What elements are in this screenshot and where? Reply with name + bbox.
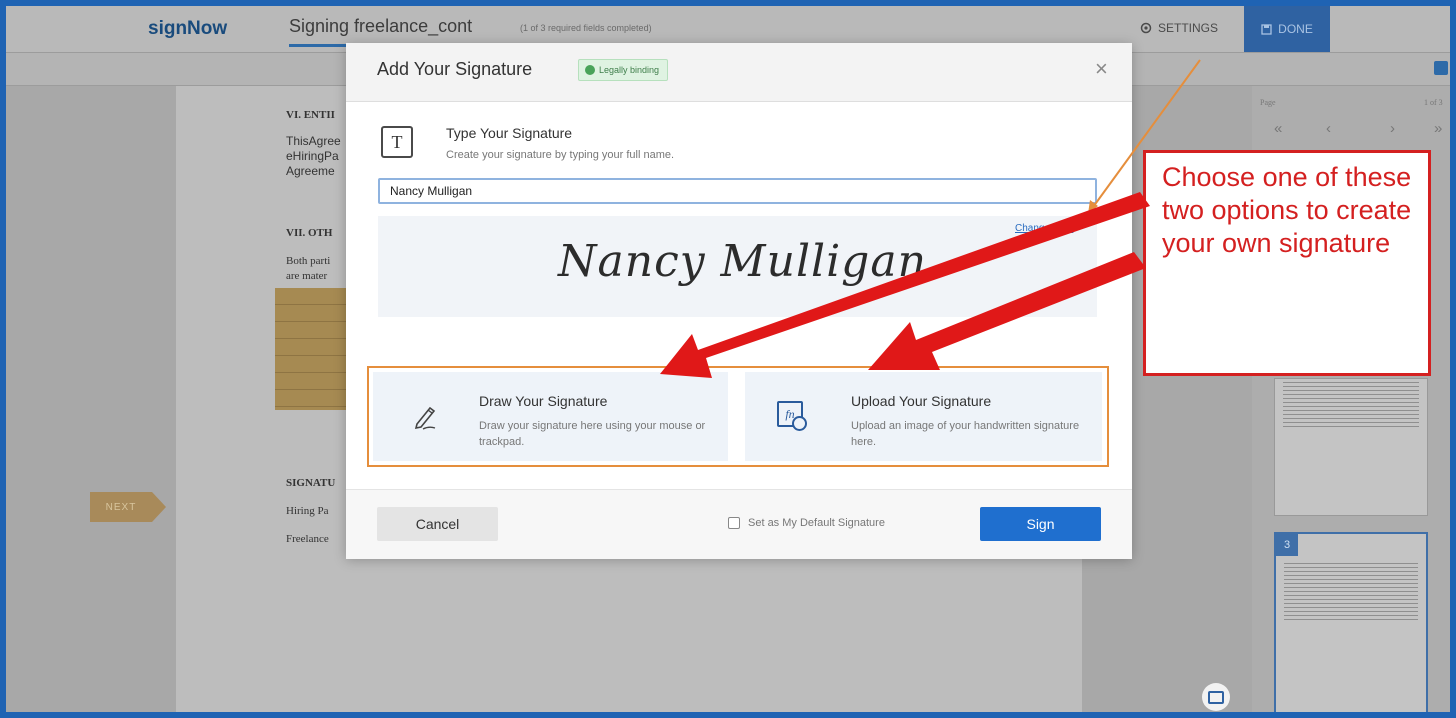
default-signature-label: Set as My Default Signature (748, 517, 885, 529)
full-name-input[interactable] (378, 178, 1097, 204)
settings-button[interactable]: SETTINGS (1140, 21, 1218, 35)
save-icon (1261, 23, 1272, 35)
checkbox-box[interactable] (728, 517, 740, 529)
instruction-callout: Choose one of these two options to creat… (1143, 150, 1431, 376)
page-thumbnail-3[interactable]: 3 (1274, 532, 1428, 712)
type-signature-description: Create your signature by typing your ful… (446, 149, 675, 161)
section-7-line-1: Both parti (286, 255, 331, 267)
gear-icon (1140, 22, 1152, 34)
upload-signature-option[interactable]: fn Upload Your Signature Upload an image… (745, 372, 1102, 461)
signature-line-2: Freelance (286, 533, 329, 545)
chat-icon (1208, 690, 1224, 704)
chat-button[interactable] (1202, 683, 1230, 711)
signature-options-highlight: Draw Your Signature Draw your signature … (367, 366, 1109, 467)
section-6-heading: VI. ENTII (286, 109, 335, 121)
next-page-button[interactable]: › (1390, 120, 1395, 137)
upload-signature-description: Upload an image of your handwritten sign… (851, 420, 1080, 448)
copy-icon[interactable] (1434, 61, 1448, 75)
app-logo[interactable]: signNow (148, 18, 227, 40)
done-label: DONE (1278, 22, 1313, 36)
signature-heading: SIGNATU (286, 477, 336, 489)
badge-label: Legally binding (599, 65, 660, 75)
first-page-button[interactable]: « (1274, 120, 1282, 137)
next-field-button[interactable]: NEXT (90, 492, 166, 522)
shield-check-icon (585, 65, 595, 75)
change-style-link[interactable]: Change style (1015, 223, 1073, 234)
current-page-number: 3 (1276, 534, 1298, 556)
signature-line-1: Hiring Pa (286, 505, 329, 517)
close-icon[interactable]: × (1095, 56, 1108, 82)
last-page-button[interactable]: » (1434, 120, 1442, 137)
add-signature-dialog: Add Your Signature Legally binding × T T… (346, 43, 1132, 559)
signature-preview: Change style Nancy Mulligan (378, 216, 1097, 317)
section-6-line-2: eHiringPa (286, 149, 339, 163)
document-status: (1 of 3 required fields completed) (520, 23, 652, 33)
text-t-icon: T (381, 126, 413, 158)
settings-label: SETTINGS (1158, 21, 1219, 35)
prev-page-button[interactable]: ‹ (1326, 120, 1331, 137)
section-6-line-3: Agreeme (286, 164, 335, 178)
dialog-header: Add Your Signature Legally binding × (346, 43, 1132, 102)
draw-signature-option[interactable]: Draw Your Signature Draw your signature … (373, 372, 728, 461)
draw-signature-description: Draw your signature here using your mous… (479, 420, 706, 448)
type-signature-title: Type Your Signature (446, 125, 573, 141)
cancel-button[interactable]: Cancel (377, 507, 498, 541)
dialog-footer: Cancel Set as My Default Signature Sign (346, 489, 1132, 559)
draw-signature-title: Draw Your Signature (479, 393, 608, 409)
section-7-line-2: are mater (286, 270, 328, 282)
pen-icon (411, 402, 441, 439)
done-button[interactable]: DONE (1244, 6, 1330, 52)
page-thumbnail-2[interactable] (1274, 378, 1428, 516)
section-6-line-1: ThisAgree (286, 134, 341, 148)
upload-image-icon: fn (777, 401, 807, 431)
page-count: 1 of 3 (1424, 98, 1443, 107)
sign-button[interactable]: Sign (980, 507, 1101, 541)
page-label: Page (1260, 98, 1276, 107)
section-7-heading: VII. OTH (286, 227, 333, 239)
required-fields-block[interactable] (275, 288, 355, 410)
upload-signature-title: Upload Your Signature (851, 393, 992, 409)
default-signature-checkbox[interactable]: Set as My Default Signature (728, 517, 885, 529)
legally-binding-badge: Legally binding (578, 59, 669, 81)
signature-preview-text: Nancy Mulligan (558, 236, 927, 287)
dialog-title: Add Your Signature (377, 59, 533, 79)
